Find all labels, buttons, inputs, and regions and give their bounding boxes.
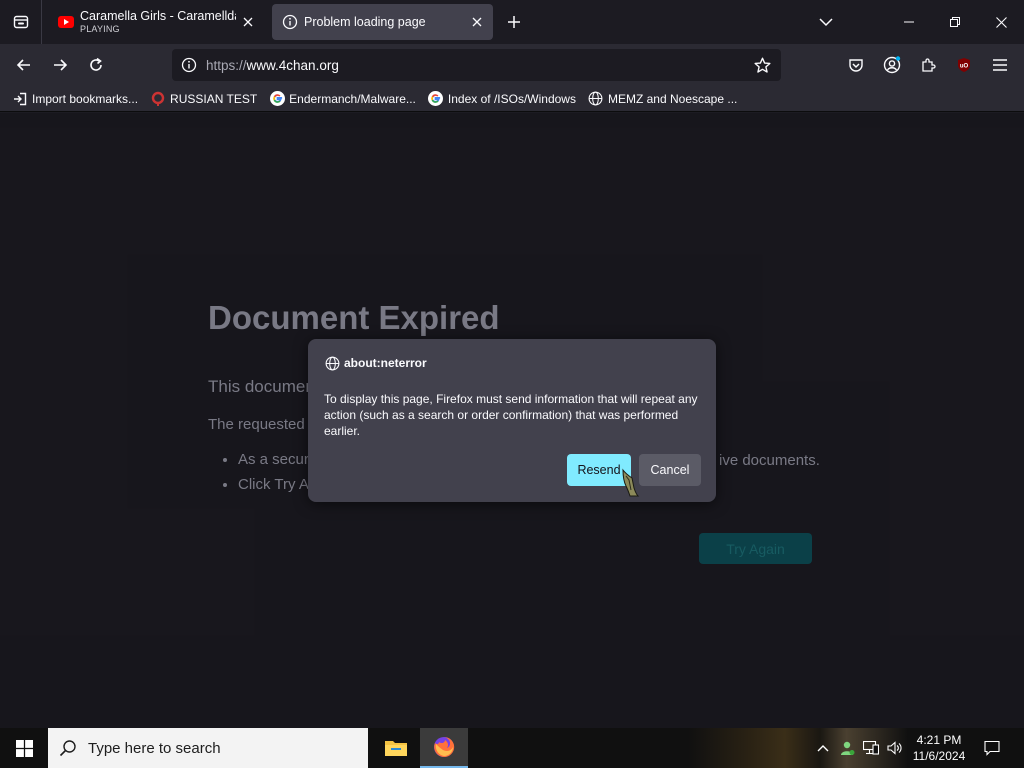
app-menu-button[interactable]: [985, 50, 1015, 80]
taskbar-firefox[interactable]: [420, 728, 468, 768]
close-icon: [995, 16, 1007, 28]
close-window-button[interactable]: [978, 0, 1024, 44]
bookmark-index-isos[interactable]: Index of /ISOs/Windows: [424, 88, 580, 110]
bookmark-import[interactable]: Import bookmarks...: [8, 88, 142, 110]
url-text[interactable]: https://www.4chan.org: [206, 58, 339, 73]
bookmark-label: Endermanch/Malware...: [289, 91, 416, 106]
network-icon: [863, 741, 879, 755]
folder-icon: [385, 741, 407, 756]
url-host: www.4chan.org: [246, 57, 339, 73]
site-info-button[interactable]: [174, 50, 204, 80]
info-icon: [181, 57, 197, 73]
windows-logo-icon: [15, 739, 33, 757]
restore-button[interactable]: [932, 0, 978, 44]
puzzle-icon: [922, 58, 936, 72]
ublock-origin-button[interactable]: uO: [949, 50, 979, 80]
import-icon: [12, 91, 28, 107]
tab-title: Caramella Girls - Caramelldansen: [80, 9, 236, 23]
ublock-icon: uO: [958, 58, 970, 72]
bookmark-endermanch[interactable]: Endermanch/Malware...: [265, 88, 420, 110]
taskbar-file-explorer[interactable]: [372, 728, 420, 768]
windows-taskbar: Type here to search 4:21 PM 11/6/2024: [0, 728, 1024, 768]
account-icon: [883, 56, 901, 74]
red-site-icon: [150, 91, 166, 107]
minimize-icon: [904, 21, 914, 23]
dialog-title: about:neterror: [344, 356, 427, 370]
forward-button[interactable]: [45, 50, 75, 80]
tab-strip: Caramella Girls - Caramelldansen PLAYING…: [0, 0, 1024, 44]
navigation-toolbar: https://www.4chan.org uO: [0, 44, 1024, 86]
people-icon: [841, 741, 855, 755]
search-placeholder: Type here to search: [88, 739, 221, 757]
youtube-icon: [58, 14, 74, 30]
tray-people-icon-button[interactable]: [836, 728, 858, 768]
plus-icon: [508, 16, 520, 28]
svg-text:uO: uO: [960, 64, 969, 70]
bookmark-memz[interactable]: MEMZ and Noescape ...: [584, 88, 741, 110]
url-protocol: https://: [206, 57, 247, 73]
restore-icon: [950, 17, 960, 27]
system-clock[interactable]: 4:21 PM 11/6/2024: [906, 732, 972, 764]
bookmark-russian-test[interactable]: RUSSIAN TEST: [146, 88, 261, 110]
firefox-view-icon: [13, 15, 28, 29]
bookmark-star-button[interactable]: [747, 50, 777, 80]
speaker-icon: [887, 741, 902, 755]
clock-time: 4:21 PM: [916, 733, 962, 747]
search-icon: [48, 728, 88, 768]
chevron-down-icon: [819, 18, 833, 27]
start-button[interactable]: [0, 728, 48, 768]
tab-problem-loading[interactable]: Problem loading page: [272, 4, 493, 40]
extensions-button[interactable]: [913, 50, 943, 80]
network-button[interactable]: [860, 728, 882, 768]
pocket-icon: [849, 59, 863, 72]
tab-caramella[interactable]: Caramella Girls - Caramelldansen PLAYING: [48, 4, 264, 40]
star-icon: [753, 57, 771, 73]
pocket-button[interactable]: [841, 50, 871, 80]
list-all-tabs-button[interactable]: [814, 10, 838, 34]
chevron-up-icon: [817, 745, 829, 752]
address-bar[interactable]: https://www.4chan.org: [172, 49, 781, 81]
bookmark-label: RUSSIAN TEST: [170, 91, 258, 106]
account-button[interactable]: [877, 50, 907, 80]
dialog-message: To display this page, Firefox must send …: [324, 392, 698, 438]
close-icon: [472, 17, 482, 27]
firefox-icon: [434, 736, 455, 757]
show-hidden-icons-button[interactable]: [812, 728, 834, 768]
google-icon: [269, 91, 285, 107]
action-center-button[interactable]: [976, 728, 1008, 768]
firefox-view-button[interactable]: [0, 0, 42, 44]
clock-date: 11/6/2024: [912, 749, 966, 763]
info-icon: [282, 14, 298, 30]
google-icon: [428, 91, 444, 107]
volume-button[interactable]: [884, 728, 906, 768]
tab-title: Problem loading page: [304, 15, 426, 29]
bookmark-label: Index of /ISOs/Windows: [447, 91, 576, 106]
arrow-left-icon: [16, 59, 30, 71]
back-button[interactable]: [9, 50, 39, 80]
tab-close-button[interactable]: [236, 10, 260, 34]
taskbar-search[interactable]: Type here to search: [48, 728, 368, 768]
minimize-button[interactable]: [886, 0, 932, 44]
dialog-header: about:neterror: [324, 355, 427, 371]
mouse-cursor-icon: [622, 468, 640, 497]
reload-icon: [90, 57, 102, 71]
arrow-right-icon: [54, 59, 68, 71]
tab-playing-label: PLAYING: [80, 24, 120, 34]
reload-button[interactable]: [81, 50, 111, 80]
globe-icon: [588, 91, 604, 107]
tab-close-button[interactable]: [465, 10, 489, 34]
bookmark-label: MEMZ and Noescape ...: [607, 91, 738, 106]
globe-icon: [324, 355, 340, 371]
hamburger-menu-icon: [993, 59, 1007, 71]
resend-dialog: about:neterror To display this page, Fir…: [308, 339, 716, 502]
cancel-button[interactable]: Cancel: [639, 454, 701, 486]
new-tab-button[interactable]: [502, 10, 526, 34]
bookmarks-toolbar: Import bookmarks... RUSSIAN TEST Enderma…: [0, 86, 1024, 112]
notification-icon: [984, 740, 1000, 756]
close-icon: [243, 17, 253, 27]
bookmark-label: Import bookmarks...: [32, 91, 139, 106]
